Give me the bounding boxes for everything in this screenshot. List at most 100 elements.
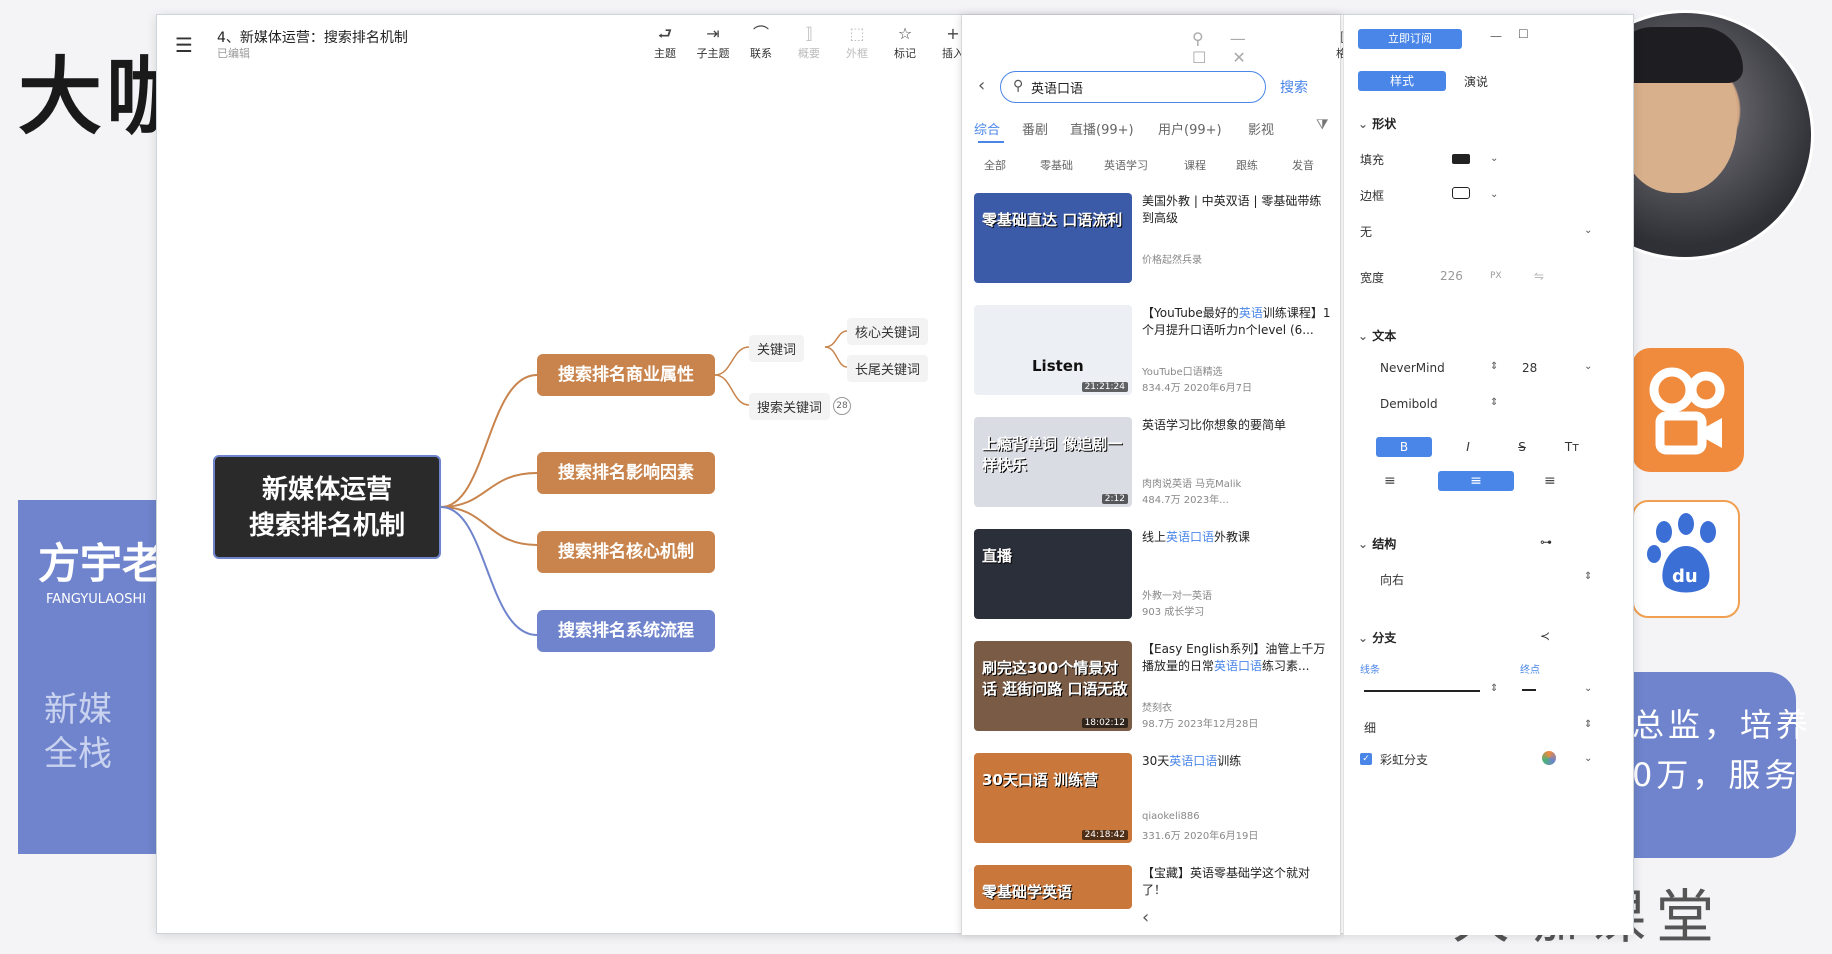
result-title[interactable]: 30天英语口语训练 bbox=[1142, 753, 1332, 770]
filter-tag[interactable]: 英语学习 bbox=[1104, 157, 1148, 173]
border-weight-dropdown-icon[interactable]: ⌄ bbox=[1584, 225, 1592, 236]
end-style-dropdown-icon[interactable]: ⌄ bbox=[1584, 683, 1592, 694]
subscribe-button[interactable]: 立即订阅 bbox=[1358, 29, 1462, 49]
structure-select[interactable]: 向右 bbox=[1380, 571, 1404, 588]
section-text[interactable]: 文本 bbox=[1358, 327, 1396, 344]
font-family-select[interactable]: NeverMind bbox=[1380, 361, 1445, 375]
align-right-icon[interactable]: ≡ bbox=[1544, 473, 1556, 489]
result-item[interactable]: 刷完这300个情景对话 逛街问路 口语无敌 18:02:12 【Easy Engli… bbox=[974, 641, 1330, 733]
result-title[interactable]: 美国外教 | 中英双语 | 零基础带练到高级 bbox=[1142, 193, 1332, 227]
filter-icon[interactable]: ⧩ bbox=[1316, 117, 1329, 133]
result-thumbnail[interactable]: 直播 bbox=[974, 529, 1132, 619]
font-family-arrows-icon[interactable]: ⇕ bbox=[1490, 361, 1498, 372]
search-tab[interactable]: 综合 bbox=[974, 119, 1000, 138]
maximize-icon[interactable]: ☐ bbox=[1192, 48, 1232, 67]
result-uploader[interactable]: 外教一对一英语 bbox=[1142, 587, 1212, 602]
result-item[interactable]: Listen 21:21:24 【YouTube最好的英语训练课程】1个月提升口语听… bbox=[974, 305, 1330, 397]
italic-button[interactable]: I bbox=[1440, 437, 1496, 457]
result-uploader[interactable]: YouTube口语精选 bbox=[1142, 363, 1223, 378]
line-weight-select[interactable]: 细 bbox=[1364, 719, 1376, 736]
toolbar-boundary-button[interactable]: ⬚ 外框 bbox=[833, 23, 881, 61]
branch-style-icon[interactable]: ≺ bbox=[1540, 629, 1550, 643]
pin-icon[interactable]: ⚲ bbox=[1192, 29, 1230, 48]
toolbar-mark-button[interactable]: ☆ 标记 bbox=[881, 23, 929, 61]
search-tab[interactable]: 影视 bbox=[1248, 119, 1274, 138]
scroll-back-icon[interactable]: ‹ bbox=[1142, 907, 1149, 928]
result-title[interactable]: 线上英语口语外教课 bbox=[1142, 529, 1332, 546]
search-tab[interactable]: 直播(99+) bbox=[1070, 119, 1134, 138]
search-box[interactable]: ⚲ bbox=[1000, 71, 1266, 103]
root-topic[interactable]: 新媒体运营 搜索排名机制 bbox=[213, 455, 441, 559]
result-uploader[interactable]: 焚刻衣 bbox=[1142, 699, 1172, 714]
filter-tag[interactable]: 跟练 bbox=[1236, 157, 1258, 173]
text-case-button[interactable]: Tт bbox=[1544, 437, 1600, 457]
minimize-icon[interactable]: — bbox=[1230, 29, 1272, 48]
bold-button[interactable]: B bbox=[1376, 437, 1432, 457]
result-uploader[interactable]: 肉肉说英语 马克Malik bbox=[1142, 475, 1241, 490]
border-style-icon[interactable] bbox=[1452, 187, 1470, 199]
end-style-preview[interactable] bbox=[1522, 689, 1536, 691]
border-dropdown-icon[interactable]: ⌄ bbox=[1490, 189, 1498, 200]
width-reset-icon[interactable]: ⇋ bbox=[1534, 269, 1544, 283]
line-weight-arrows-icon[interactable]: ⇕ bbox=[1584, 719, 1592, 730]
width-value[interactable]: 226 bbox=[1440, 269, 1463, 283]
structure-arrows-icon[interactable]: ⇕ bbox=[1584, 571, 1592, 582]
close-icon[interactable]: ✕ bbox=[1232, 48, 1271, 67]
back-arrow-icon[interactable]: ‹ bbox=[978, 75, 985, 96]
font-weight-select[interactable]: Demibold bbox=[1380, 397, 1438, 411]
section-structure[interactable]: 结构 bbox=[1358, 535, 1396, 552]
tab-presentation[interactable]: 演说 bbox=[1464, 73, 1488, 90]
result-thumbnail[interactable]: Listen 21:21:24 bbox=[974, 305, 1132, 395]
section-shape[interactable]: 形状 bbox=[1358, 115, 1396, 132]
search-tab[interactable]: 番剧 bbox=[1022, 119, 1048, 138]
result-uploader[interactable]: qiaokeli886 bbox=[1142, 811, 1200, 822]
result-uploader[interactable]: 价格起然兵录 bbox=[1142, 251, 1202, 266]
mindmap-canvas[interactable]: 新媒体运营 搜索排名机制 搜索排名商业属性 搜索排名影响因素 搜索排名核心机制 … bbox=[157, 75, 957, 915]
filter-tag[interactable]: 零基础 bbox=[1040, 157, 1073, 173]
fill-dropdown-icon[interactable]: ⌄ bbox=[1490, 153, 1498, 164]
result-item[interactable]: 直播 线上英语口语外教课 外教一对一英语 903 成长学习 bbox=[974, 529, 1330, 621]
collapsed-count-badge[interactable]: 28 bbox=[833, 397, 851, 415]
border-none-label[interactable]: 无 bbox=[1360, 223, 1372, 240]
leaf-longtail-keyword[interactable]: 长尾关键词 bbox=[847, 355, 929, 382]
line-style-preview[interactable] bbox=[1364, 690, 1480, 692]
font-size-dropdown-icon[interactable]: ⌄ bbox=[1584, 361, 1592, 372]
search-button[interactable]: 搜索 bbox=[1280, 77, 1308, 97]
subtopic-keyword[interactable]: 关键词 bbox=[749, 335, 805, 362]
result-thumbnail[interactable]: 30天口语 训练营 24:18:42 bbox=[974, 753, 1132, 843]
filter-tag[interactable]: 发音 bbox=[1292, 157, 1314, 173]
panel-maximize-icon[interactable]: ☐ bbox=[1518, 27, 1529, 41]
result-title[interactable]: 英语学习比你想象的要简单 bbox=[1142, 417, 1332, 434]
result-title[interactable]: 【宝藏】英语零基础学这个就对了！ bbox=[1142, 865, 1332, 899]
toolbar-relation-button[interactable]: ⌒ 联系 bbox=[737, 23, 785, 61]
branch-commercial[interactable]: 搜索排名商业属性 bbox=[537, 354, 715, 396]
structure-icon[interactable]: ⊶ bbox=[1540, 535, 1552, 549]
tab-style[interactable]: 样式 bbox=[1358, 71, 1446, 91]
toolbar-subtopic-button[interactable]: ⇥ 子主题 bbox=[689, 23, 737, 61]
result-title[interactable]: 【YouTube最好的英语训练课程】1个月提升口语听力n个level (6... bbox=[1142, 305, 1332, 339]
result-item[interactable]: 零基础学英语 【宝藏】英语零基础学这个就对了！ bbox=[974, 865, 1330, 913]
leaf-core-keyword[interactable]: 核心关键词 bbox=[847, 318, 929, 345]
rainbow-dropdown-icon[interactable]: ⌄ bbox=[1584, 753, 1592, 764]
menu-icon[interactable]: ☰ bbox=[175, 33, 193, 57]
panel-minimize-icon[interactable]: — bbox=[1490, 29, 1502, 43]
document-title[interactable]: 4、新媒体运营：搜索排名机制 bbox=[217, 27, 408, 47]
font-weight-arrows-icon[interactable]: ⇕ bbox=[1490, 397, 1498, 408]
result-thumbnail[interactable]: 零基础学英语 bbox=[974, 865, 1132, 909]
fill-color-swatch[interactable] bbox=[1452, 154, 1470, 164]
result-item[interactable]: 零基础直达 口语流利 美国外教 | 中英双语 | 零基础带练到高级 价格起然兵录 bbox=[974, 193, 1330, 285]
result-thumbnail[interactable]: 刷完这300个情景对话 逛街问路 口语无敌 18:02:12 bbox=[974, 641, 1132, 731]
filter-tag[interactable]: 课程 bbox=[1184, 157, 1206, 173]
result-thumbnail[interactable]: 上瘾背单词 像追剧一样快乐 2:12 bbox=[974, 417, 1132, 507]
toolbar-summary-button[interactable]: ⟧ 概要 bbox=[785, 23, 833, 61]
rainbow-branch-checkbox[interactable]: ✓ bbox=[1360, 753, 1372, 765]
line-style-arrows-icon[interactable]: ⇕ bbox=[1490, 683, 1498, 694]
section-branch[interactable]: 分支 bbox=[1358, 629, 1396, 646]
align-center-icon[interactable]: ≡ bbox=[1438, 471, 1514, 491]
branch-core-mechanism[interactable]: 搜索排名核心机制 bbox=[537, 531, 715, 573]
window-controls[interactable]: ⚲—☐✕ bbox=[1192, 29, 1340, 67]
font-size-select[interactable]: 28 bbox=[1522, 361, 1537, 375]
result-item[interactable]: 30天口语 训练营 24:18:42 30天英语口语训练 qiaokeli886 331… bbox=[974, 753, 1330, 845]
result-item[interactable]: 上瘾背单词 像追剧一样快乐 2:12 英语学习比你想象的要简单 肉肉说英语 马克Mal… bbox=[974, 417, 1330, 509]
search-tab[interactable]: 用户(99+) bbox=[1158, 119, 1222, 138]
